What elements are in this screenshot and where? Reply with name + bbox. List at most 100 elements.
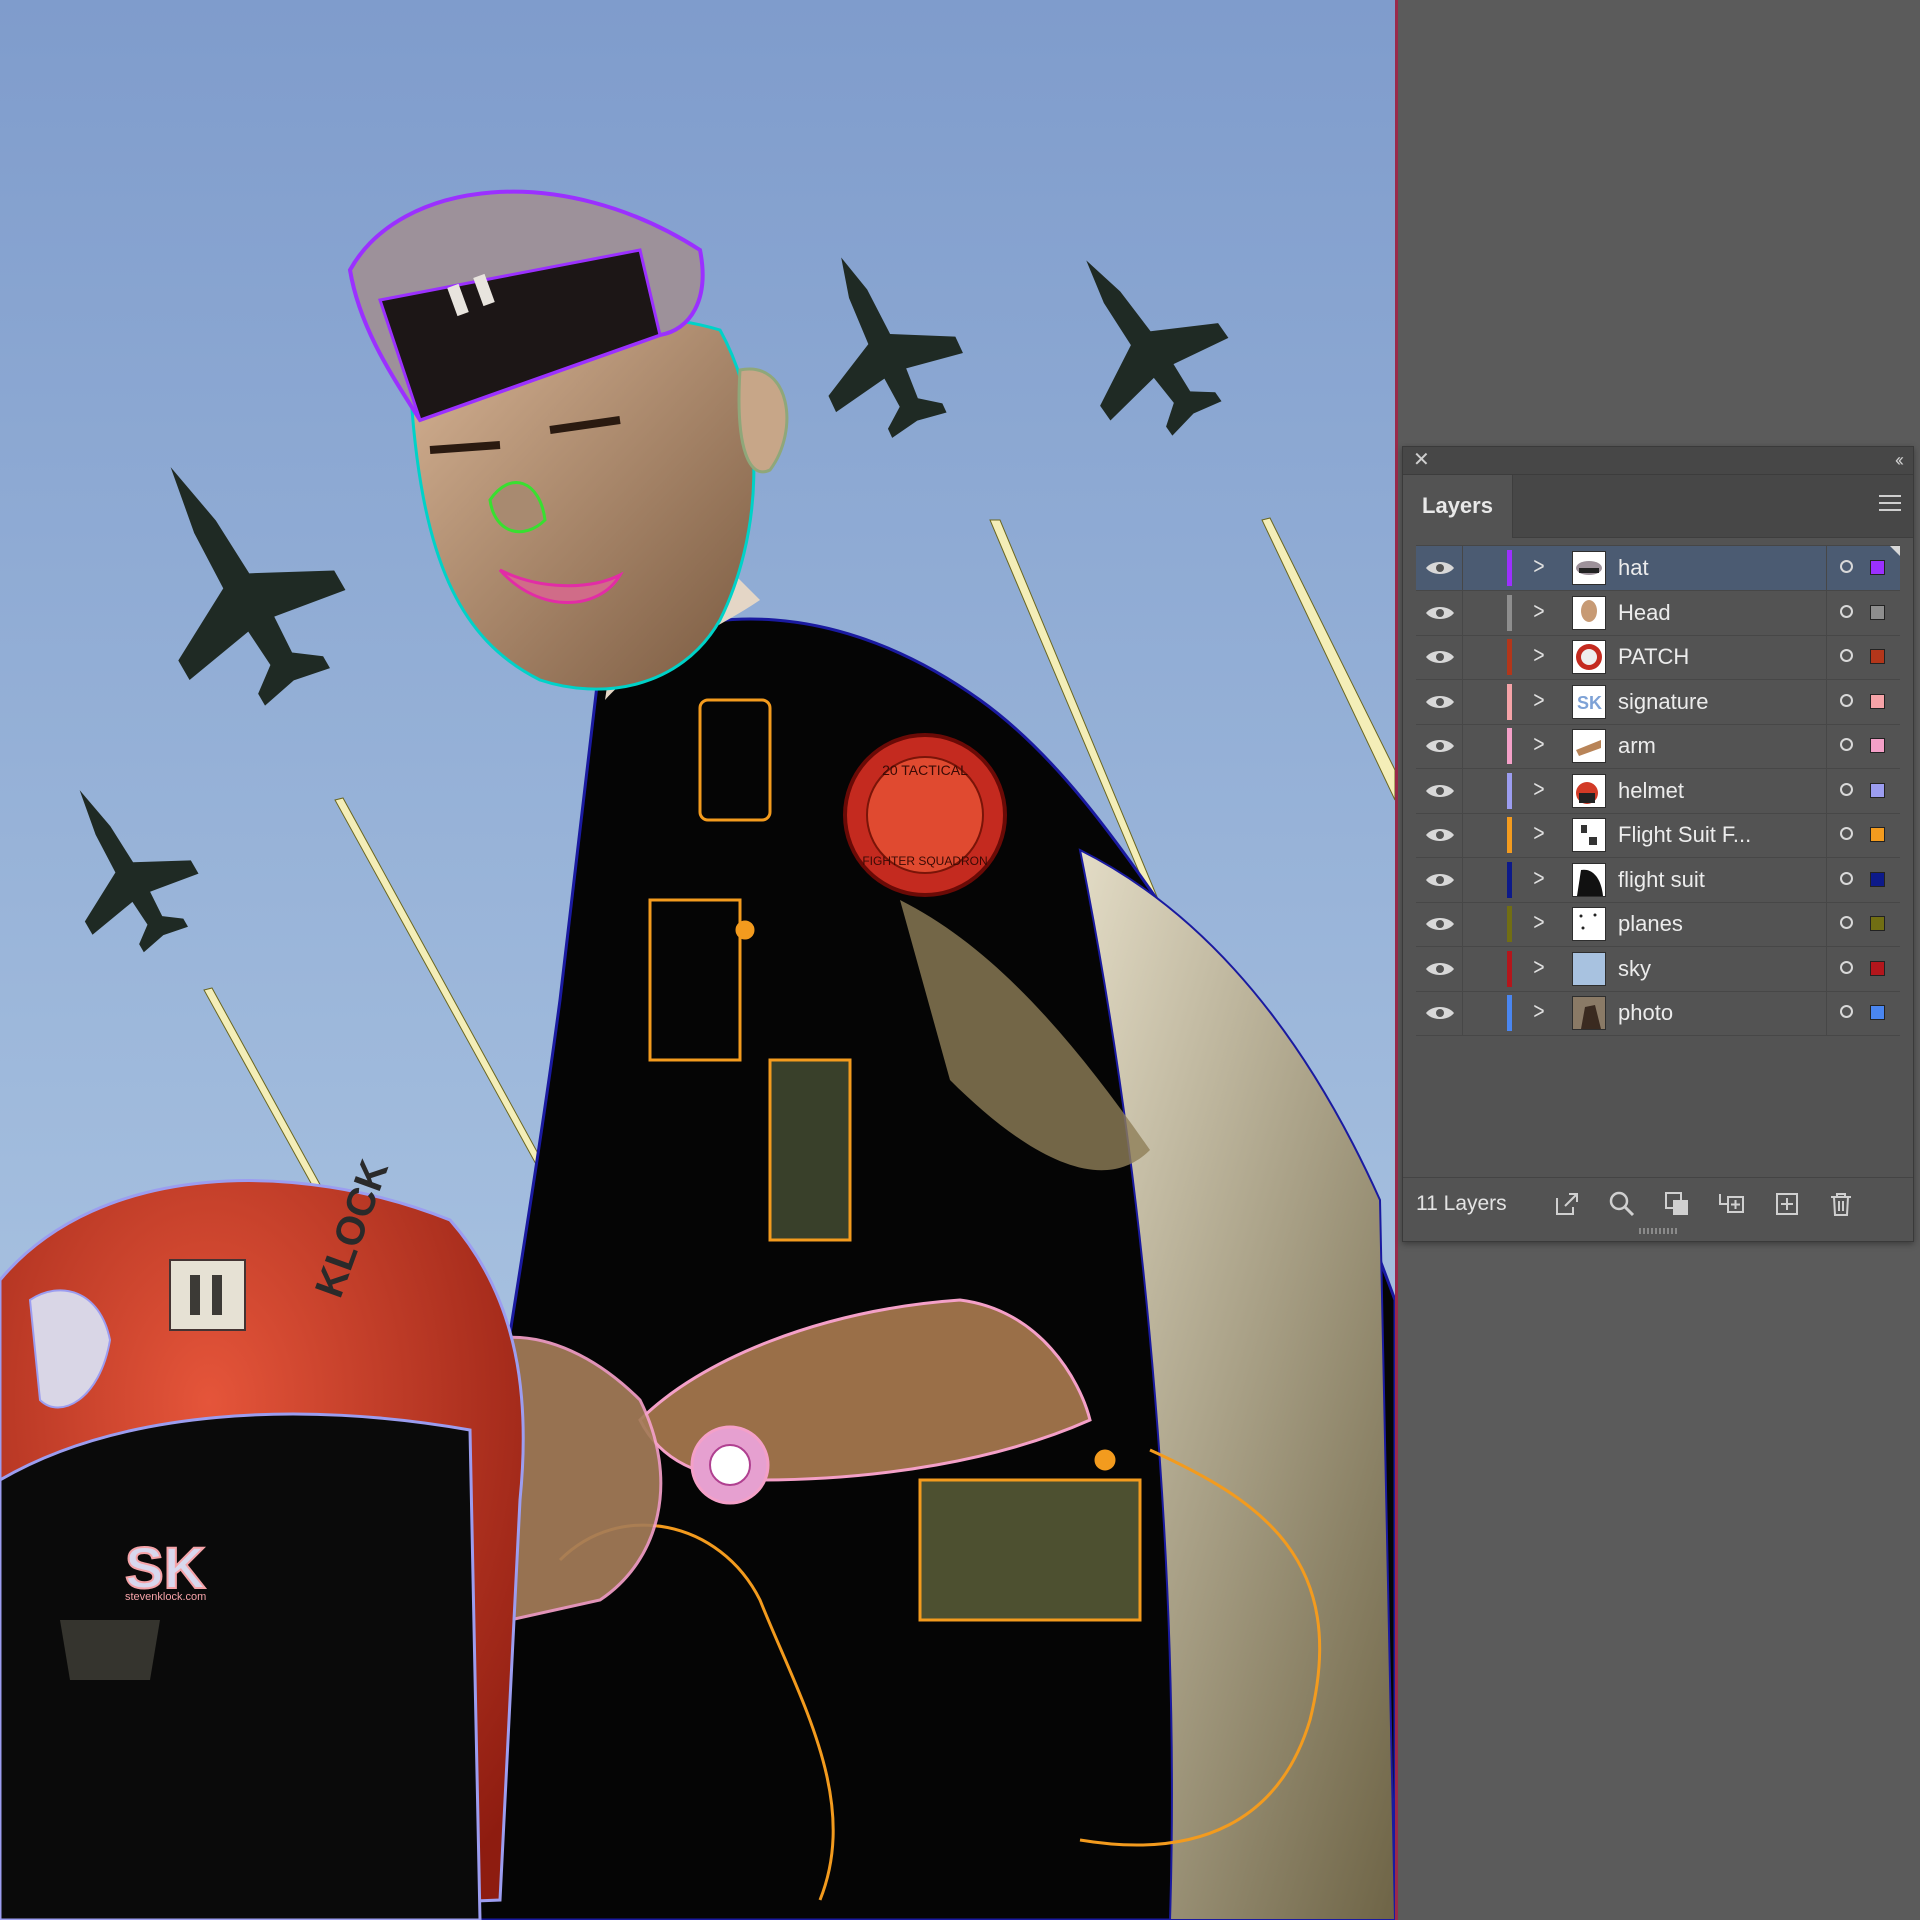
panel-tab-bar: Layers [1403, 475, 1913, 538]
expand-chevron-icon[interactable]: > [1533, 643, 1544, 669]
selection-square[interactable] [1870, 738, 1885, 753]
layer-row-head[interactable]: > Head [1416, 590, 1900, 636]
lock-column[interactable] [1462, 546, 1463, 590]
layer-name[interactable]: hat [1618, 546, 1649, 590]
visibility-eye-icon[interactable] [1424, 959, 1456, 979]
visibility-eye-icon[interactable] [1424, 736, 1456, 756]
expand-chevron-icon[interactable]: > [1533, 954, 1544, 981]
export-icon[interactable] [1553, 1190, 1581, 1218]
lock-column[interactable] [1462, 724, 1463, 768]
selection-square[interactable] [1870, 871, 1885, 887]
row-divider [1826, 724, 1827, 768]
visibility-eye-icon[interactable] [1424, 1003, 1456, 1023]
selection-square[interactable] [1870, 604, 1885, 620]
visibility-eye-icon[interactable] [1424, 914, 1456, 934]
target-circle-icon[interactable] [1840, 916, 1853, 929]
layer-name[interactable]: photo [1618, 991, 1673, 1035]
selection-square[interactable] [1870, 827, 1885, 842]
expand-chevron-icon[interactable]: > [1533, 865, 1544, 892]
target-circle-icon[interactable] [1840, 871, 1853, 885]
expand-chevron-icon[interactable]: > [1533, 821, 1544, 847]
visibility-eye-icon[interactable] [1424, 870, 1456, 890]
trash-icon[interactable] [1827, 1190, 1855, 1218]
layer-thumbnail [1572, 729, 1606, 763]
visibility-eye-icon[interactable] [1424, 781, 1456, 801]
row-divider [1826, 590, 1827, 635]
layer-row-flight-suit-f[interactable]: > Flight Suit F... [1416, 813, 1900, 858]
target-circle-icon[interactable] [1840, 960, 1853, 974]
lock-column[interactable] [1462, 635, 1463, 679]
lock-column[interactable] [1462, 679, 1463, 724]
layer-name[interactable]: helmet [1618, 769, 1684, 813]
lock-column[interactable] [1462, 590, 1463, 635]
tab-layers[interactable]: Layers [1403, 475, 1513, 538]
layer-name[interactable]: planes [1618, 902, 1683, 946]
expand-chevron-icon[interactable]: > [1533, 554, 1544, 580]
selection-square[interactable] [1870, 960, 1885, 976]
artboard-canvas[interactable]: 20 TACTICAL FIGHTER SQUADRON KLOCK SK st… [0, 0, 1395, 1920]
row-divider [1826, 991, 1827, 1035]
layer-name[interactable]: flight suit [1618, 858, 1705, 902]
expand-chevron-icon[interactable]: > [1533, 598, 1544, 625]
layer-row-patch[interactable]: > PATCH [1416, 635, 1900, 680]
layer-row-sky[interactable]: > sky [1416, 946, 1900, 992]
search-icon[interactable] [1608, 1190, 1636, 1218]
target-circle-icon[interactable] [1840, 738, 1853, 751]
selection-square[interactable] [1870, 649, 1885, 664]
layer-row-planes[interactable]: > planes [1416, 902, 1900, 947]
layer-row-arm[interactable]: > arm [1416, 724, 1900, 769]
visibility-eye-icon[interactable] [1424, 692, 1456, 712]
layer-name[interactable]: PATCH [1618, 635, 1689, 679]
selection-square[interactable] [1870, 916, 1885, 931]
layer-thumbnail [1572, 551, 1606, 585]
lock-column[interactable] [1462, 768, 1463, 813]
lock-column[interactable] [1462, 946, 1463, 991]
target-circle-icon[interactable] [1840, 560, 1853, 573]
layer-row-helmet[interactable]: > helmet [1416, 768, 1900, 814]
layer-thumbnail [1572, 951, 1606, 986]
target-circle-icon[interactable] [1840, 782, 1853, 796]
visibility-eye-icon[interactable] [1424, 647, 1456, 667]
target-circle-icon[interactable] [1840, 649, 1853, 662]
visibility-eye-icon[interactable] [1424, 603, 1456, 623]
layer-name[interactable]: sky [1618, 947, 1651, 991]
layer-row-photo[interactable]: > photo [1416, 991, 1900, 1036]
expand-chevron-icon[interactable]: > [1533, 687, 1544, 714]
new-layer-icon[interactable] [1773, 1190, 1801, 1218]
close-icon[interactable]: ✕ [1413, 449, 1430, 471]
selection-square[interactable] [1870, 782, 1885, 798]
layer-row-hat[interactable]: > hat [1416, 546, 1900, 591]
expand-chevron-icon[interactable]: > [1533, 910, 1544, 936]
visibility-eye-icon[interactable] [1424, 558, 1456, 578]
visibility-eye-icon[interactable] [1424, 825, 1456, 845]
lock-column[interactable] [1462, 813, 1463, 857]
new-sublayer-icon[interactable] [1717, 1190, 1745, 1218]
layer-name[interactable]: arm [1618, 724, 1656, 768]
panel-resize-grip[interactable] [1639, 1228, 1679, 1234]
panel-title-bar[interactable]: ✕ ‹‹ [1403, 447, 1913, 475]
layer-row-flight-suit[interactable]: > flight suit [1416, 857, 1900, 903]
target-circle-icon[interactable] [1840, 693, 1853, 707]
selection-square[interactable] [1870, 560, 1885, 575]
target-circle-icon[interactable] [1840, 827, 1853, 840]
selection-square[interactable] [1870, 1005, 1885, 1020]
collapse-icon[interactable]: ‹‹ [1895, 449, 1904, 471]
row-divider [1826, 546, 1827, 590]
panel-menu-icon[interactable] [1879, 495, 1901, 513]
clipping-mask-icon[interactable] [1663, 1190, 1691, 1218]
expand-chevron-icon[interactable]: > [1533, 999, 1544, 1025]
lock-column[interactable] [1462, 902, 1463, 946]
expand-chevron-icon[interactable]: > [1533, 732, 1544, 758]
target-circle-icon[interactable] [1840, 1005, 1853, 1018]
selection-square[interactable] [1870, 693, 1885, 709]
layer-name[interactable]: Head [1618, 591, 1671, 635]
layer-row-signature[interactable]: > SK signature [1416, 679, 1900, 725]
target-circle-icon[interactable] [1840, 604, 1853, 618]
layer-name[interactable]: Flight Suit F... [1618, 813, 1751, 857]
layer-name[interactable]: signature [1618, 680, 1709, 724]
expand-chevron-icon[interactable]: > [1533, 776, 1544, 803]
lock-column[interactable] [1462, 991, 1463, 1035]
lock-column[interactable] [1462, 857, 1463, 902]
layer-color-indicator [1507, 550, 1512, 586]
helmet-layer: KLOCK [0, 1154, 525, 1920]
